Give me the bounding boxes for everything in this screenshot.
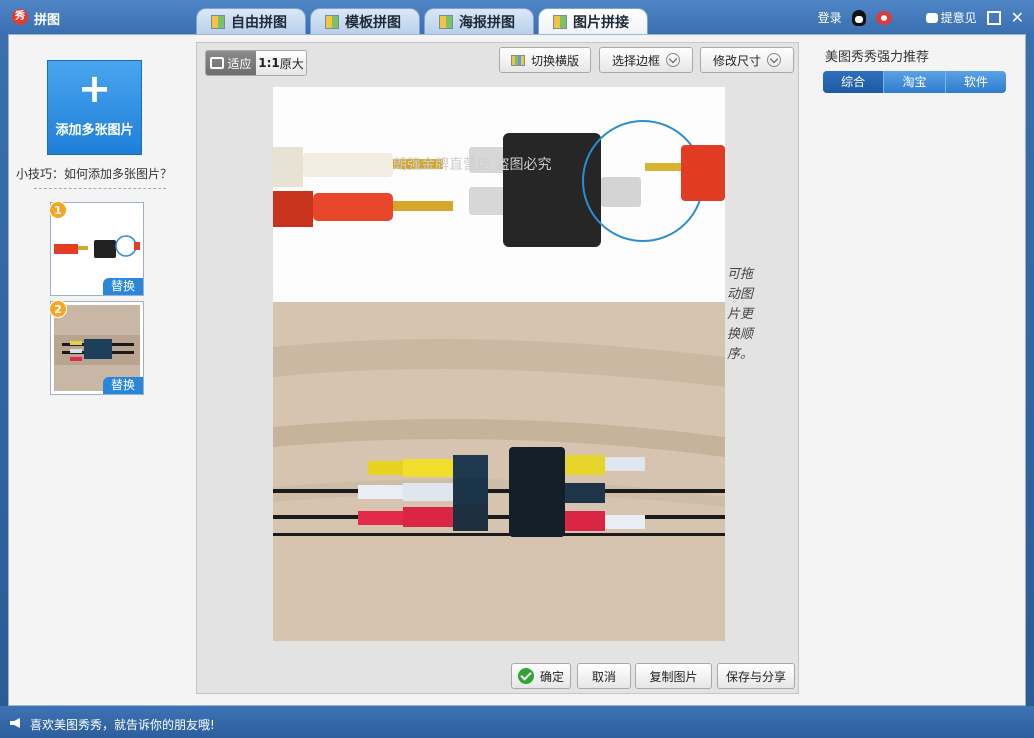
- recommend-title: 美图秀秀强力推荐: [825, 50, 930, 65]
- chevron-down-icon: [767, 53, 781, 67]
- tab-taobao[interactable]: 淘宝: [884, 71, 946, 93]
- tab-image-join[interactable]: 图片拼接: [538, 8, 648, 34]
- app-title: 拼图: [34, 13, 61, 28]
- tab-label: 海报拼图: [459, 14, 515, 31]
- copy-image-button[interactable]: 复制图片: [635, 663, 712, 689]
- main-frame: + 添加多张图片 小技巧：如何添加多张图片？ 1 替换 2 替换 适应 1:1 …: [8, 34, 1026, 706]
- template-icon: [325, 14, 339, 29]
- fit-label: 适应: [227, 56, 252, 71]
- close-button[interactable]: ✕: [1011, 9, 1024, 25]
- copy-image-label: 复制图片: [649, 669, 698, 684]
- main-tabs: 自由拼图 模板拼图 海报拼图 图片拼接: [196, 8, 648, 34]
- chat-icon: [925, 12, 938, 23]
- image-1[interactable]: 朗强金牌直营店 盗图必究: [273, 87, 725, 302]
- plus-icon: +: [77, 66, 112, 112]
- confirm-button[interactable]: 确定: [511, 663, 571, 689]
- thumbnail-number: 2: [49, 300, 67, 318]
- fit-icon: [210, 57, 225, 69]
- thumbnail-1[interactable]: 1 替换: [49, 201, 144, 296]
- switch-layout-button[interactable]: 切换横版: [499, 47, 591, 73]
- image-2[interactable]: [273, 302, 725, 641]
- save-share-button[interactable]: 保存与分享: [717, 663, 795, 689]
- confirm-label: 确定: [539, 669, 564, 684]
- speaker-icon: [10, 718, 20, 728]
- fit-button[interactable]: 适应: [206, 51, 256, 75]
- replace-button[interactable]: 替换: [103, 377, 143, 394]
- thumbnail-2[interactable]: 2 替换: [49, 300, 144, 395]
- layout-icon: [510, 54, 525, 66]
- replace-button[interactable]: 替换: [103, 278, 143, 295]
- switch-layout-label: 切换横版: [530, 53, 579, 68]
- status-bar: 喜欢美图秀秀，就告诉你的朋友哦!: [0, 706, 1034, 738]
- ratio-label: 1:1: [258, 56, 280, 70]
- zoom-toggle: 适应 1:1 原大: [205, 50, 307, 76]
- cancel-label: 取消: [591, 669, 616, 684]
- border-select-label: 选择边框: [611, 53, 660, 68]
- tip-link[interactable]: 小技巧：如何添加多张图片？: [9, 165, 179, 182]
- tab-software[interactable]: 软件: [946, 71, 1006, 93]
- tab-label: 模板拼图: [345, 14, 401, 31]
- border-select[interactable]: 选择边框: [599, 47, 693, 73]
- resize-select-label: 修改尺寸: [712, 53, 761, 68]
- resize-select[interactable]: 修改尺寸: [700, 47, 794, 73]
- maximize-button[interactable]: [986, 10, 1001, 25]
- tab-template-collage[interactable]: 模板拼图: [310, 8, 420, 34]
- divider: [34, 188, 166, 189]
- drag-hint: 可拖动图片更换顺序。: [726, 267, 753, 362]
- tab-free-collage[interactable]: 自由拼图: [196, 8, 306, 34]
- thumbnail-number: 1: [49, 201, 67, 219]
- cancel-button[interactable]: 取消: [577, 663, 631, 689]
- tab-general[interactable]: 综合: [823, 71, 885, 93]
- top-right-controls: 登录 提意见 ✕: [818, 9, 1024, 26]
- joined-image[interactable]: 朗强金牌直营店 盗图必究: [273, 87, 725, 641]
- login-link[interactable]: 登录: [818, 9, 842, 26]
- app-logo-icon: 秀: [12, 9, 28, 25]
- chevron-down-icon: [666, 53, 680, 67]
- feedback-link[interactable]: 提意见: [925, 9, 977, 26]
- save-share-label: 保存与分享: [725, 669, 786, 684]
- original-size-label: 原大: [279, 56, 304, 71]
- feedback-label: 提意见: [940, 11, 977, 25]
- original-size-button[interactable]: 1:1 原大: [256, 51, 306, 75]
- qq-icon[interactable]: [851, 9, 866, 26]
- canvas-area: 适应 1:1 原大 切换横版 选择边框 修改尺寸 朗强金牌直营店 盗图必究 可拖…: [196, 42, 799, 694]
- weibo-icon[interactable]: [875, 10, 892, 25]
- status-text[interactable]: 喜欢美图秀秀，就告诉你的朋友哦!: [30, 716, 215, 733]
- title-bar: 秀 拼图 自由拼图 模板拼图 海报拼图 图片拼接 登录 提意见 ✕: [0, 0, 1034, 34]
- add-images-label: 添加多张图片: [55, 123, 134, 138]
- join-icon: [553, 14, 567, 29]
- recommend-tabs: 综合 淘宝 软件: [823, 71, 1006, 93]
- watermark-text: 朗强金牌直营店 盗图必究: [393, 156, 551, 173]
- add-images-button[interactable]: + 添加多张图片: [47, 60, 142, 155]
- collage-icon: [211, 14, 225, 29]
- poster-icon: [439, 14, 453, 29]
- tab-poster-collage[interactable]: 海报拼图: [424, 8, 534, 34]
- tab-label: 自由拼图: [231, 14, 287, 31]
- check-icon: [517, 668, 534, 684]
- tab-label: 图片拼接: [573, 14, 629, 31]
